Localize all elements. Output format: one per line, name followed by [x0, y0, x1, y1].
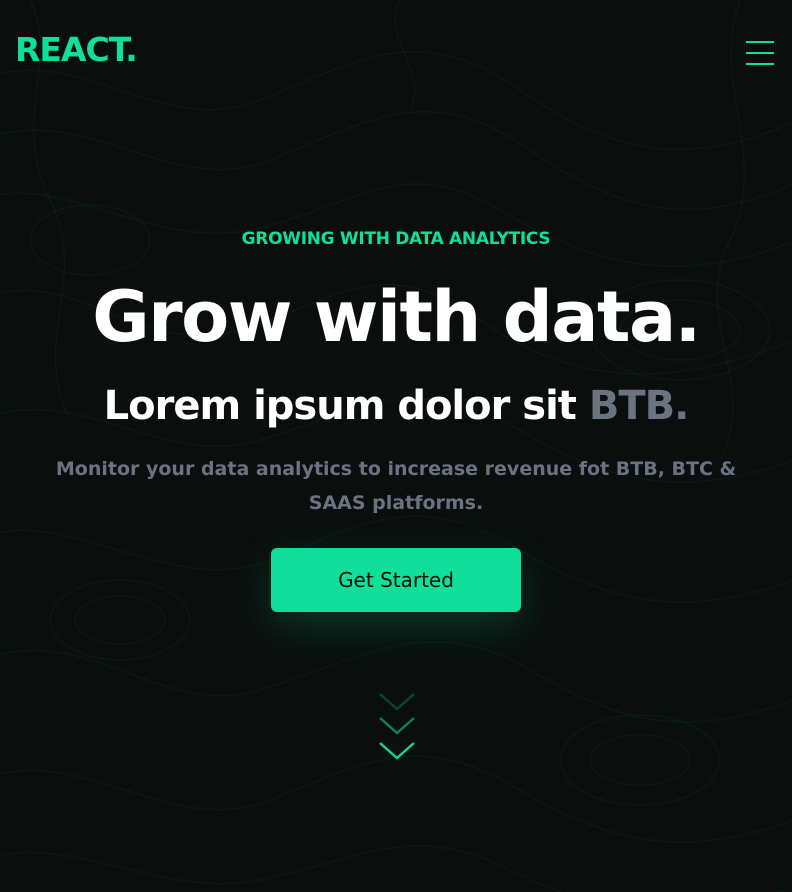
subheadline-main: Lorem ipsum dolor sit	[103, 383, 577, 429]
brand-logo[interactable]: REACT.	[15, 33, 138, 66]
page: REACT. GROWING WITH DATA ANALYTICS Grow …	[0, 0, 792, 892]
subheadline-accent: BTB.	[588, 383, 689, 429]
get-started-button[interactable]: Get Started	[271, 548, 521, 612]
menu-bar-middle	[746, 52, 774, 54]
menu-bar-top	[746, 41, 774, 43]
menu-bar-bottom	[746, 63, 774, 65]
hamburger-menu-icon[interactable]	[746, 40, 776, 66]
navbar: REACT.	[0, 0, 792, 110]
hero-eyebrow: GROWING WITH DATA ANALYTICS	[241, 229, 551, 249]
hero-description: Monitor your data analytics to increase …	[55, 458, 737, 514]
chevron-down-icon	[379, 693, 415, 760]
scroll-down-indicator[interactable]	[376, 690, 418, 766]
hero-subheadline: Lorem ipsum dolor sit BTB.	[0, 381, 792, 431]
hero-headline: Grow with data.	[92, 276, 701, 358]
